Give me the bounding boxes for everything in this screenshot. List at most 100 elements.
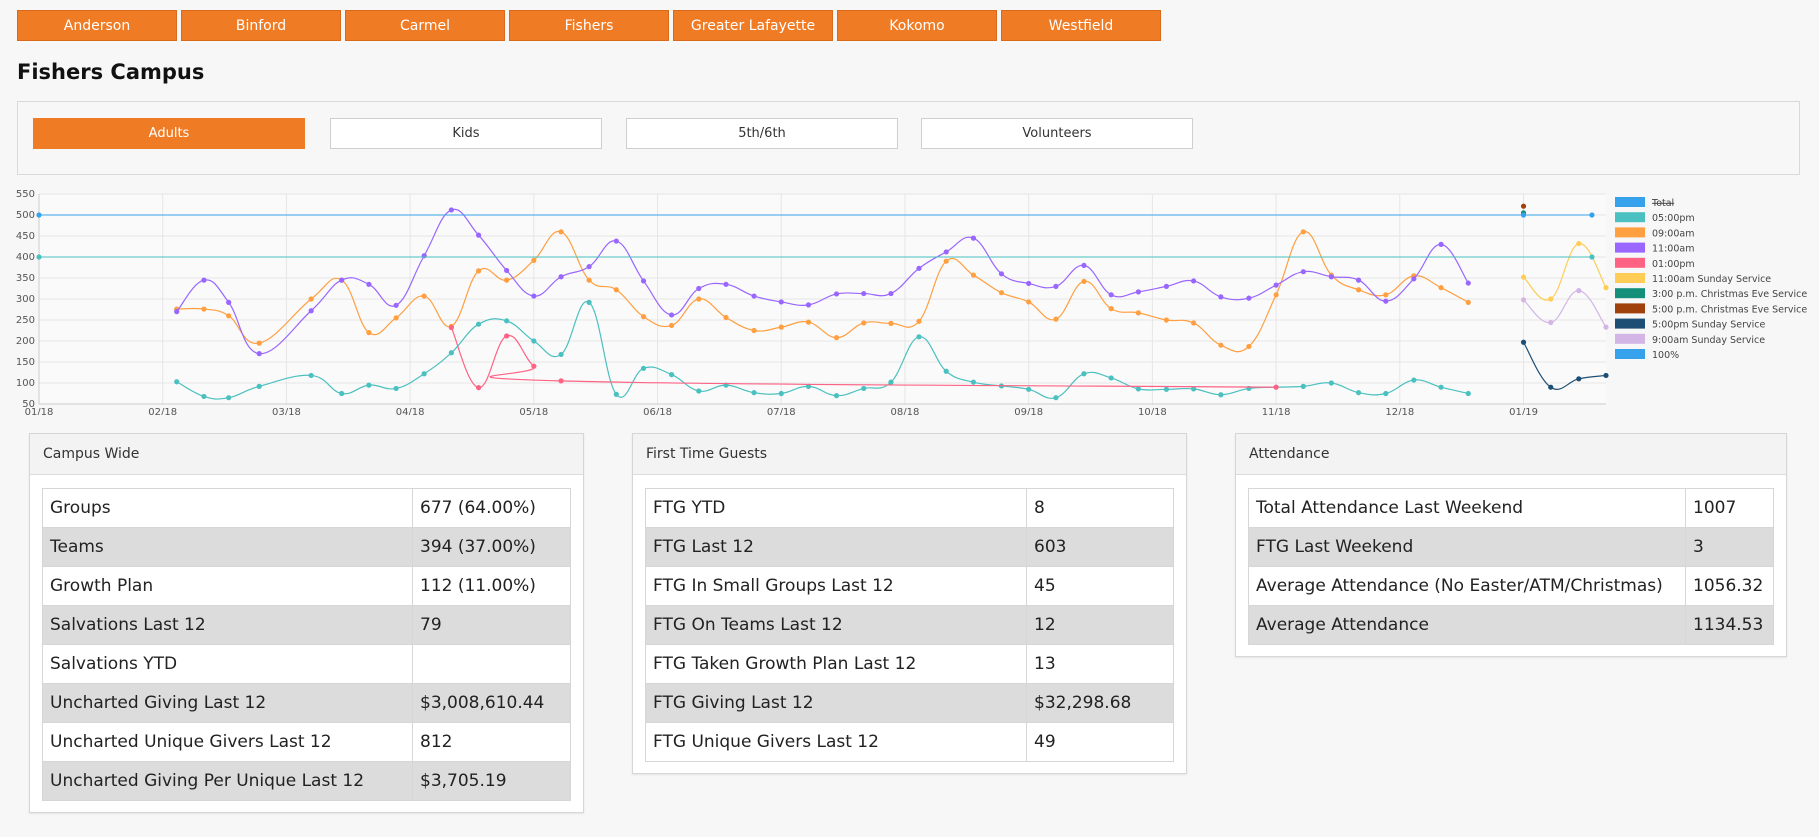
row-value: $32,298.68: [1026, 683, 1174, 723]
y-tick-label: 500: [16, 210, 35, 221]
campus-tab-greater-lafayette[interactable]: Greater Lafayette: [673, 10, 833, 41]
legend-label: 11:00am Sunday Service: [1652, 274, 1771, 285]
data-point: [1053, 395, 1059, 401]
data-point: [613, 391, 619, 397]
data-point: [1383, 298, 1389, 304]
data-point: [668, 312, 675, 318]
data-point: [1300, 383, 1306, 389]
attendance-chart: 550 500 450 400 350 300 250 200 150 100 50 01/18 02/…: [0, 185, 1819, 415]
campus-tab-westfield[interactable]: Westfield: [1001, 10, 1161, 41]
row-label: Growth Plan: [42, 566, 413, 606]
data-point: [668, 372, 675, 378]
data-point: [366, 382, 372, 388]
data-point: [1520, 212, 1527, 218]
legend-swatch: [1615, 227, 1645, 238]
data-point: [1081, 278, 1087, 284]
legend-label: 5:00pm Sunday Service: [1652, 320, 1765, 331]
table-row: FTG YTD 8: [645, 488, 1174, 528]
data-point: [256, 383, 262, 389]
data-point: [1438, 384, 1444, 390]
row-label: FTG Last Weekend: [1248, 527, 1686, 567]
tab-volunteers[interactable]: Volunteers: [921, 118, 1193, 149]
y-tick-label: 300: [16, 294, 35, 305]
data-point: [833, 393, 840, 399]
row-label: Uncharted Giving Last 12: [42, 683, 413, 723]
row-value: 1056.32: [1685, 566, 1774, 606]
data-point: [888, 379, 894, 385]
row-value: 13: [1026, 644, 1174, 684]
data-point: [1273, 282, 1279, 288]
legend-swatch: [1615, 288, 1645, 299]
row-value: 112 (11.00%): [412, 566, 571, 606]
x-tick-label: 09/18: [1014, 407, 1043, 415]
data-point: [586, 299, 592, 305]
y-tick-label: 350: [16, 273, 35, 284]
data-point: [1273, 292, 1279, 298]
legend-swatch: [1615, 303, 1645, 314]
legend-label: 3:00 p.m. Christmas Eve Service: [1652, 289, 1807, 300]
campus-tab-binford[interactable]: Binford: [181, 10, 341, 41]
x-tick-label: 06/18: [643, 407, 672, 415]
legend-swatch: [1615, 257, 1645, 268]
data-point: [586, 277, 592, 283]
data-point: [1465, 299, 1471, 305]
data-point: [475, 385, 482, 391]
x-tick-label: 01/18: [25, 407, 54, 415]
table-row: Salvations Last 12 79: [42, 605, 571, 645]
row-label: FTG Last 12: [645, 527, 1027, 567]
data-point: [1108, 292, 1114, 298]
campus-tab-kokomo[interactable]: Kokomo: [837, 10, 997, 41]
data-point: [421, 253, 427, 259]
campus-tab-fishers[interactable]: Fishers: [509, 10, 669, 41]
data-point: [475, 321, 482, 327]
table-row: FTG In Small Groups Last 12 45: [645, 566, 1174, 606]
data-point: [586, 264, 592, 270]
x-tick-label: 08/18: [891, 407, 920, 415]
x-tick-label: 11/18: [1262, 407, 1291, 415]
data-point: [696, 296, 702, 302]
data-point: [640, 278, 647, 284]
data-point: [1081, 262, 1087, 268]
data-point: [805, 302, 812, 308]
x-tick-label: 01/19: [1509, 407, 1538, 415]
campus-tab-anderson[interactable]: Anderson: [17, 10, 177, 41]
data-point: [640, 365, 647, 371]
table-row: FTG On Teams Last 12 12: [645, 605, 1174, 645]
table-row: Uncharted Giving Last 12 $3,008,610.44: [42, 683, 571, 723]
data-point: [558, 274, 564, 280]
data-point: [833, 335, 840, 341]
table-row: Average Attendance (No Easter/ATM/Christ…: [1248, 566, 1774, 606]
data-point: [558, 378, 564, 384]
data-point: [943, 258, 949, 264]
first-time-guests-card: First Time Guests FTG YTD 8 FTG Last 12 603…: [632, 433, 1187, 774]
data-point: [751, 327, 757, 334]
data-point: [723, 281, 729, 287]
tab-5th-6th[interactable]: 5th/6th: [626, 118, 898, 149]
data-point: [308, 308, 314, 314]
y-tick-label: 400: [16, 252, 35, 263]
data-point: [174, 379, 180, 385]
data-point: [640, 314, 647, 320]
table-row: Average Attendance 1134.53: [1248, 605, 1774, 645]
data-point: [448, 324, 454, 331]
data-point: [1355, 287, 1362, 293]
legend-label: 09:00am: [1652, 228, 1694, 239]
data-point: [558, 229, 564, 235]
data-point: [998, 290, 1005, 296]
row-label: Uncharted Giving Per Unique Last 12: [42, 761, 413, 801]
tab-adults[interactable]: Adults: [33, 118, 305, 149]
data-point: [1548, 319, 1554, 326]
row-value: 12: [1026, 605, 1174, 645]
row-value: 8: [1026, 488, 1174, 528]
data-point: [916, 318, 922, 324]
data-point: [339, 277, 345, 283]
table-row: Teams 394 (37.00%): [42, 527, 571, 567]
data-point: [1603, 372, 1609, 379]
data-point: [1300, 229, 1306, 235]
campus-tab-carmel[interactable]: Carmel: [345, 10, 505, 41]
data-point: [1465, 280, 1471, 286]
data-point: [696, 388, 702, 394]
table-row: Uncharted Giving Per Unique Last 12 $3,70…: [42, 761, 571, 801]
tab-kids[interactable]: Kids: [330, 118, 602, 149]
legend-swatch: [1615, 197, 1645, 207]
